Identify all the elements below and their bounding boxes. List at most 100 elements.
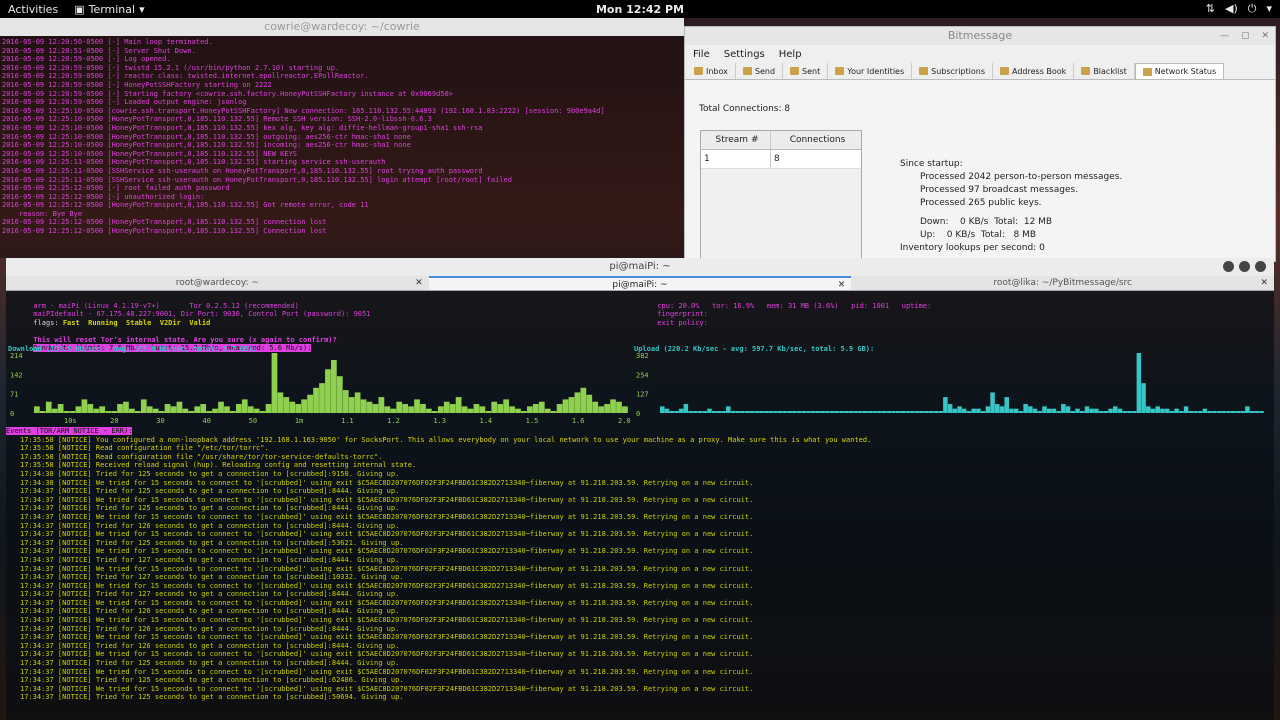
bandwidth-bar (1240, 411, 1245, 413)
tab-inbox[interactable]: Inbox (687, 63, 736, 79)
bandwidth-bar (283, 397, 290, 413)
bandwidth-bar (825, 411, 830, 413)
bandwidth-bar (1164, 408, 1170, 413)
tab-send[interactable]: Send (736, 63, 784, 79)
bandwidth-bar (1249, 411, 1255, 413)
bandwidth-bar (905, 411, 910, 413)
bandwidth-bar (1230, 411, 1236, 413)
tab-address-book[interactable]: Address Book (993, 63, 1075, 79)
bandwidth-bar (759, 411, 764, 413)
minimize-icon[interactable]: — (1220, 27, 1229, 45)
bandwidth-bar (117, 404, 123, 413)
bandwidth-bar (693, 411, 698, 413)
bandwidth-bar (200, 404, 207, 413)
event-line: 17:34:37 [NOTICE] We tried for 15 second… (20, 616, 754, 625)
clock[interactable]: Mon 12:42 PM (0, 3, 1280, 16)
log-line: 2016-05-09 12:25:12-0500 [-] root failed… (2, 184, 230, 193)
bandwidth-bar (580, 387, 587, 413)
log-line: 2016-05-09 12:20:59-0500 [-] reactor cla… (2, 72, 369, 81)
close-tab-icon[interactable]: ✕ (838, 278, 846, 292)
bandwidth-bar (763, 411, 769, 413)
tab-network-status[interactable]: Network Status (1134, 63, 1225, 79)
inventory-lookups: Inventory lookups per second: 0 (900, 243, 1045, 253)
bandwidth-bar (1169, 411, 1175, 413)
bitmessage-window[interactable]: Bitmessage — ▢ ✕ File Settings Help Inbo… (684, 26, 1276, 262)
app-menu[interactable]: ▣ Terminal ▾ (74, 3, 144, 16)
window-titlebar: Bitmessage — ▢ ✕ (685, 27, 1275, 45)
events-header: Events (TOR/ARM NOTICE - ERR): (6, 427, 1268, 436)
x-tick-label: 1.6 (572, 417, 585, 425)
system-tray[interactable]: ⇅ ◀) ⏻ ▾ (1206, 2, 1272, 16)
maximize-icon[interactable] (1239, 261, 1250, 272)
bandwidth-graphs: Download (158.5 Kb/sec - avg: 587.0 Kb/s… (6, 343, 1268, 425)
chevron-down-icon: ▾ (139, 2, 145, 16)
bandwidth-bar (295, 404, 302, 413)
menu-file[interactable]: File (693, 49, 710, 60)
event-line: 17:34:37 [NOTICE] We tried for 15 second… (20, 547, 754, 556)
close-icon[interactable] (1255, 261, 1266, 272)
maximize-icon[interactable]: ▢ (1241, 27, 1250, 45)
menu-settings[interactable]: Settings (724, 49, 765, 60)
bandwidth-bar (313, 387, 319, 413)
event-line: 17:34:37 [NOTICE] We tried for 15 second… (20, 684, 754, 693)
tab-subscriptions[interactable]: Subscriptions (912, 63, 993, 79)
bandwidth-bar (660, 406, 665, 413)
activities-button[interactable]: Activities (8, 3, 58, 16)
minimize-icon[interactable] (1223, 261, 1234, 272)
bandwidth-bar (289, 401, 296, 413)
cowrie-terminal-window[interactable]: cowrie@wardecoy: ~/cowrie 2016-05-09 12:… (0, 18, 684, 258)
bandwidth-bar (1051, 408, 1057, 413)
window-titlebar: pi@maiPi: ~ (6, 258, 1274, 276)
tab-root-lika[interactable]: root@lika: ~/PyBitmessage/src ✕ (851, 276, 1274, 290)
bandwidth-bar (550, 411, 557, 413)
bandwidth-bar (307, 394, 313, 413)
flags-label: flags: (33, 318, 63, 327)
tab-pi-maipi[interactable]: pi@maiPi: ~ ✕ (428, 276, 852, 292)
bandwidth-bar (1056, 411, 1061, 413)
tab-blacklist[interactable]: Blacklist (1074, 63, 1135, 79)
tab-sent[interactable]: Sent (783, 63, 829, 79)
bandwidth-bar (247, 406, 254, 413)
table-row[interactable]: 1 8 (701, 150, 861, 169)
graph-title: Download (158.5 Kb/sec - avg: 587.0 Kb/s… (8, 345, 257, 353)
bandwidth-bar (152, 408, 159, 413)
bandwidth-bar (336, 376, 343, 413)
close-tab-icon[interactable]: ✕ (415, 276, 423, 290)
bandwidth-bar (1117, 408, 1123, 413)
bandwidth-bar (473, 404, 480, 413)
bandwidth-bar (1089, 408, 1094, 413)
log-line: 2016-05-09 12:25:10-0500 [HoneyPotTransp… (2, 141, 411, 150)
bandwidth-bar (877, 411, 882, 413)
bandwidth-bar (360, 399, 367, 413)
bandwidth-bar (1061, 404, 1066, 413)
tab-label: Sent (802, 66, 821, 76)
event-line: 17:34:37 [NOTICE] We tried for 15 second… (20, 650, 754, 659)
network-status-panel: Total Connections: 8 Stream # Connection… (685, 80, 1275, 260)
event-line: 17:34:37 [NOTICE] Tried for 125 seconds … (20, 676, 404, 685)
bandwidth-bar (503, 399, 509, 413)
column-header[interactable]: Connections (771, 131, 861, 149)
close-tab-icon[interactable]: ✕ (1260, 276, 1268, 290)
x-tick-label: 2.0 (618, 417, 631, 425)
bandwidth-bar (811, 411, 816, 413)
menu-help[interactable]: Help (779, 49, 802, 60)
sent-icon (790, 67, 800, 75)
bandwidth-bar (69, 411, 76, 413)
bandwidth-bar (773, 411, 778, 413)
bandwidth-bar (688, 411, 693, 413)
arm-terminal-window[interactable]: pi@maiPi: ~ root@wardecoy: ~ ✕ pi@maiPi: … (6, 258, 1274, 720)
tab-label: Send (754, 66, 776, 76)
bandwidth-bar (886, 411, 892, 413)
event-line: 17:34:37 [NOTICE] Tried for 125 seconds … (20, 538, 404, 547)
bandwidth-bar (674, 411, 679, 413)
column-header[interactable]: Stream # (701, 131, 771, 149)
bandwidth-bar (610, 399, 616, 413)
bandwidth-bar (491, 401, 498, 413)
connections-table[interactable]: Stream # Connections 1 8 (700, 130, 862, 260)
tab-root-wardecoy[interactable]: root@wardecoy: ~ ✕ (6, 276, 429, 290)
tab-your-identities[interactable]: Your Identities (828, 63, 913, 79)
bandwidth-bar (1122, 411, 1127, 413)
close-icon[interactable]: ✕ (1261, 27, 1269, 45)
bandwidth-bar (1094, 408, 1099, 413)
menu-bar: File Settings Help (685, 45, 1275, 63)
